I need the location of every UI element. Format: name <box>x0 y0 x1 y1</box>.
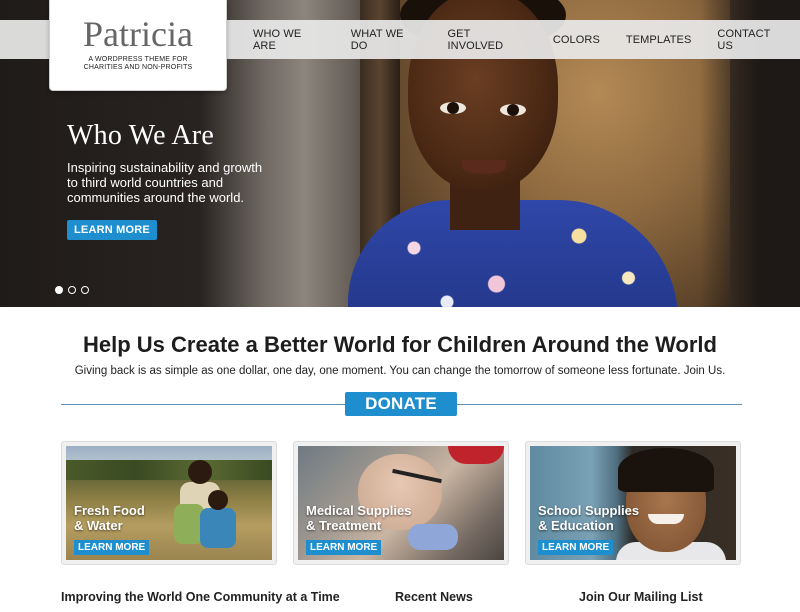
card-learn-more-button[interactable]: LEARN MORE <box>306 540 382 555</box>
image-glove <box>408 524 458 550</box>
card-image-school-supplies: School Supplies & Education LEARN MORE <box>530 446 736 560</box>
logo-tagline: A WORDPRESS THEME FOR CHARITIES AND NON-… <box>83 56 193 71</box>
nav-item-contact-us[interactable]: CONTACT US <box>704 28 800 52</box>
nav-item-what-we-do[interactable]: WHAT WE DO <box>338 28 435 52</box>
card-title-line2: & Water <box>74 518 123 533</box>
card-title: Fresh Food & Water <box>74 503 145 533</box>
image-child-smile <box>648 514 684 524</box>
card-image-medical-supplies: Medical Supplies & Treatment LEARN MORE <box>298 446 504 560</box>
card-fresh-food[interactable]: Fresh Food & Water LEARN MORE <box>61 441 277 565</box>
card-learn-more-button[interactable]: LEARN MORE <box>538 540 614 555</box>
card-title-line2: & Education <box>538 518 614 533</box>
nav-item-templates[interactable]: TEMPLATES <box>613 34 705 46</box>
hero-child-mouth <box>462 160 506 174</box>
image-child-hair <box>618 448 714 492</box>
card-title-line1: School Supplies <box>538 503 640 518</box>
image-trees <box>66 460 272 480</box>
card-learn-more-button[interactable]: LEARN MORE <box>74 540 150 555</box>
card-image-fresh-food: Fresh Food & Water LEARN MORE <box>66 446 272 560</box>
card-title-line2: & Treatment <box>306 518 382 533</box>
card-title-line1: Medical Supplies <box>306 503 412 518</box>
nav-item-get-involved[interactable]: GET INVOLVED <box>435 28 540 52</box>
hero-learn-more-button[interactable]: LEARN MORE <box>67 220 157 240</box>
card-title: Medical Supplies & Treatment <box>306 503 411 533</box>
card-school-supplies[interactable]: School Supplies & Education LEARN MORE <box>525 441 741 565</box>
main-navigation: WHO WE ARE WHAT WE DO GET INVOLVED COLOR… <box>240 20 800 59</box>
logo-name: Patricia <box>83 14 193 54</box>
nav-item-colors[interactable]: COLORS <box>540 34 613 46</box>
hero-child-eye-right <box>500 104 526 116</box>
card-title-line1: Fresh Food <box>74 503 145 518</box>
image-child-body <box>200 508 236 548</box>
slider-pagination <box>55 286 89 294</box>
page-subtitle: Giving back is as simple as one dollar, … <box>74 365 726 377</box>
site-logo[interactable]: Patricia A WORDPRESS THEME FOR CHARITIES… <box>49 0 227 91</box>
column-heading-community: Improving the World One Community at a T… <box>61 590 340 604</box>
image-child-head <box>188 460 212 484</box>
slider-dot-1[interactable] <box>55 286 63 294</box>
image-child-head <box>208 490 228 510</box>
image-red-cap <box>448 446 504 464</box>
slider-dot-2[interactable] <box>68 286 76 294</box>
column-heading-mailing-list: Join Our Mailing List <box>579 590 703 604</box>
card-title: School Supplies & Education <box>538 503 639 533</box>
hero-description: Inspiring sustainability and growth to t… <box>67 160 263 205</box>
column-heading-recent-news: Recent News <box>395 590 473 604</box>
page-title: Help Us Create a Better World for Childr… <box>83 332 717 357</box>
card-medical-supplies[interactable]: Medical Supplies & Treatment LEARN MORE <box>293 441 509 565</box>
hero-child-eye-left <box>440 102 466 114</box>
hero-headline: Who We Are <box>67 120 214 151</box>
donate-now-button[interactable]: DONATE NOW <box>345 392 457 437</box>
slider-dot-3[interactable] <box>81 286 89 294</box>
nav-item-who-we-are[interactable]: WHO WE ARE <box>240 28 338 52</box>
